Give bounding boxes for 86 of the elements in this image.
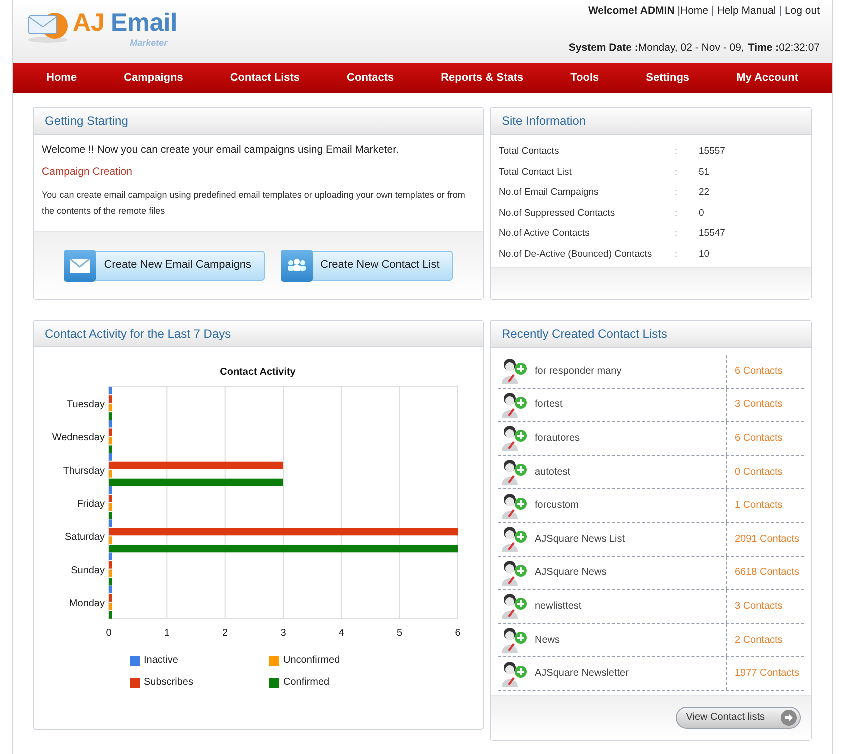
welcome-message: Welcome !! Now you can create your email campaigns using Email Marketer. <box>42 143 400 158</box>
panel-title: Getting Starting <box>45 113 128 130</box>
description-text: You can create email campaign using predefined email templates or uploading your own templates or from the contents of the remote files <box>42 188 466 218</box>
nav-link[interactable]: Reports & Stats <box>441 70 524 86</box>
panel-title: Recently Created Contact Lists <box>502 326 668 343</box>
info-label: No.of Active Contacts <box>499 227 591 242</box>
list-name[interactable]: autotest <box>535 464 726 480</box>
list-name[interactable]: AJSquare Newsletter <box>535 666 726 682</box>
panel-title: Site Information <box>502 113 586 130</box>
category-label: Thursday <box>63 466 105 477</box>
category-label: Sunday <box>71 565 105 576</box>
tick-label: 5 <box>397 628 403 639</box>
info-value: 15557 <box>699 145 726 160</box>
user-add-icon <box>499 423 529 454</box>
time-label: Time : <box>748 41 780 56</box>
header-link[interactable]: Help Manual <box>717 4 776 20</box>
create-button[interactable]: Create New Email Campaigns <box>64 250 265 280</box>
list-name[interactable]: forautores <box>535 430 726 446</box>
list-name[interactable]: AJSquare News List <box>535 532 726 547</box>
nav-link[interactable]: Tools <box>570 70 600 86</box>
legend-label: Subscribes <box>144 676 194 690</box>
category-label: Tuesday <box>67 400 105 411</box>
welcome-text: Welcome! ADMIN <box>588 4 675 19</box>
user-add-icon <box>499 356 529 386</box>
panel-title: Contact Activity for the Last 7 Days <box>45 326 232 342</box>
legend-label: Unconfirmed <box>283 654 340 668</box>
tick-label: 3 <box>280 628 286 639</box>
info-value: 10 <box>699 248 710 262</box>
nav-link[interactable]: Contacts <box>347 70 394 86</box>
date-label: System Date : <box>568 41 638 56</box>
tick-label: 4 <box>338 628 344 639</box>
envelope-icon <box>25 10 71 44</box>
info-label: No.of Email Campaigns <box>499 186 600 200</box>
info-label: No.of Suppressed Contacts <box>499 206 616 221</box>
nav-link[interactable]: My Account <box>736 70 798 86</box>
link-separator: | <box>712 4 714 19</box>
tick-label: 2 <box>222 628 228 639</box>
user-add-icon <box>499 591 529 622</box>
create-button[interactable]: Create New Contact List <box>280 250 453 280</box>
logo-text: AJ <box>73 8 105 38</box>
info-separator: : <box>675 166 679 180</box>
nav-link[interactable]: Settings <box>646 70 690 86</box>
legend-label: Confirmed <box>283 676 330 690</box>
date-text: Monday, 02 - Nov - 09, <box>638 41 744 56</box>
info-separator: : <box>675 145 679 160</box>
category-label: Friday <box>77 499 105 510</box>
logo-text: Email <box>110 8 178 38</box>
chart-title: Contact Activity <box>220 367 296 378</box>
tick-label: 0 <box>106 628 112 639</box>
header-link[interactable]: Log out <box>784 4 820 20</box>
info-separator: : <box>675 186 679 200</box>
header-link[interactable]: |Home <box>678 4 709 20</box>
tick-label: 6 <box>455 628 461 639</box>
info-value: 22 <box>699 186 710 200</box>
category-label: Saturday <box>64 532 105 544</box>
list-name[interactable]: News <box>535 632 726 648</box>
info-label: No.of De-Active (Bounced) Contacts <box>499 248 654 262</box>
list-name[interactable]: forcustom <box>535 498 726 514</box>
info-separator: : <box>675 227 679 242</box>
info-label: Total Contact List <box>499 166 573 180</box>
list-name[interactable]: for responder many <box>535 364 726 379</box>
info-separator: : <box>675 248 679 262</box>
section-subheading: Campaign Creation <box>42 164 134 180</box>
logo-subtitle: Marketer <box>130 38 169 48</box>
info-value: 15547 <box>699 227 726 242</box>
info-value: 51 <box>699 166 710 180</box>
nav-link[interactable]: Contact Lists <box>230 70 300 86</box>
nav-link[interactable]: Campaigns <box>124 70 184 86</box>
list-name[interactable]: AJSquare News <box>535 565 726 580</box>
info-value: 0 <box>699 206 704 221</box>
category-label: Monday <box>69 598 105 610</box>
time-text: 02:32:07 <box>779 41 820 56</box>
list-name[interactable]: fortest <box>535 397 726 412</box>
user-add-icon <box>499 524 529 554</box>
user-add-icon <box>499 457 529 488</box>
nav-link[interactable]: Home <box>46 70 78 86</box>
category-label: Wednesday <box>52 432 105 444</box>
info-separator: : <box>675 206 679 221</box>
user-add-icon <box>499 625 529 656</box>
view-contact-lists-button[interactable]: View Contact lists <box>676 706 801 729</box>
arrow-right-icon <box>781 710 797 726</box>
legend-label: Inactive <box>144 654 178 668</box>
info-label: Total Contacts <box>499 145 560 160</box>
tick-label: 1 <box>164 628 170 639</box>
list-name[interactable]: newlisttest <box>535 598 726 614</box>
link-separator: | <box>779 4 782 19</box>
